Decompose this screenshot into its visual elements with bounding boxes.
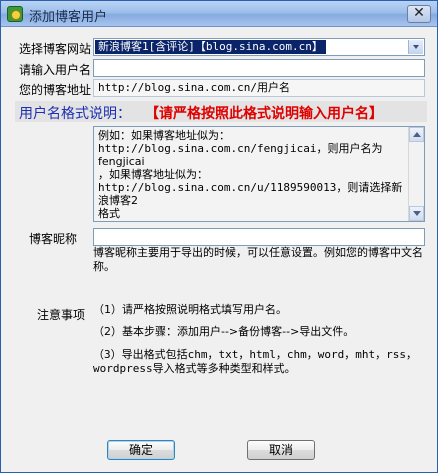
cancel-button[interactable]: 取消 (247, 440, 315, 460)
example-line: http://blog.sina.com.cn/fengjicai，则用户名为f… (98, 142, 403, 168)
note-item: （1）请严格按照说明格式填写用户名。 (93, 303, 287, 316)
title-bar[interactable]: 添加博客用户 ✕ (1, 1, 437, 27)
vertical-scrollbar[interactable] (408, 127, 424, 221)
format-title: 用户名格式说明： (19, 106, 131, 122)
format-example-text: 例如：如果博客地址似为： http://blog.sina.com.cn/fen… (98, 129, 403, 220)
username-input[interactable] (93, 59, 425, 77)
address-label: 您的博客地址 (19, 83, 92, 97)
example-line: 格式 (98, 207, 120, 220)
close-button[interactable]: ✕ (407, 5, 431, 23)
example-url: http://blog.sina.com.cn/u/1189590013 (98, 181, 337, 194)
nickname-input[interactable] (93, 228, 425, 246)
blog-site-selected-value: 新浪博客1[含评论]【blog.sina.com.cn】 (95, 40, 326, 54)
format-instructions-bar: 用户名格式说明： 【请严格按照此格式说明输入用户名】 (15, 101, 427, 122)
dialog-content: 选择博客网站 新浪博客1[含评论]【blog.sina.com.cn】 请输入用… (1, 28, 437, 472)
note-item: （2）基本步骤：添加用户-->备份博客-->导出文件。 (93, 325, 355, 338)
ok-button[interactable]: 确定 (107, 440, 175, 460)
nickname-description: 博客昵称主要用于导出的时候，可以任意设置。例如您的博客中文名称。 (93, 246, 423, 273)
site-label: 选择博客网站 (19, 42, 92, 56)
scroll-down-icon[interactable] (409, 206, 424, 221)
nickname-label: 博客昵称 (29, 232, 78, 246)
example-line: 例如：如果博客地址似为： (98, 129, 230, 142)
username-label: 请输入用户名 (19, 63, 92, 77)
blog-address-field: http://blog.sina.com.cn/用户名 (93, 79, 425, 97)
dropdown-arrow-icon[interactable] (408, 40, 423, 54)
example-url: http://blog.sina.com.cn/fengjicai (98, 142, 317, 155)
blog-site-select[interactable]: 新浪博客1[含评论]【blog.sina.com.cn】 (93, 38, 425, 56)
app-icon (7, 6, 23, 22)
format-warning: 【请严格按照此格式说明输入用户名】 (145, 106, 383, 122)
example-line: http://blog.sina.com.cn/u/1189590013，则请选… (98, 181, 403, 207)
note-item: （3）导出格式包括chm，txt，html，chm，word，mht，rss，w… (93, 348, 417, 375)
notes-label: 注意事项 (37, 308, 86, 322)
scroll-up-icon[interactable] (409, 127, 424, 142)
window-title: 添加博客用户 (29, 10, 108, 25)
format-example-textarea[interactable]: 例如：如果博客地址似为： http://blog.sina.com.cn/fen… (93, 126, 425, 222)
add-blog-user-dialog: 添加博客用户 ✕ 选择博客网站 新浪博客1[含评论]【blog.sina.com… (0, 0, 438, 473)
example-line: ，如果博客地址似为： (98, 168, 208, 181)
